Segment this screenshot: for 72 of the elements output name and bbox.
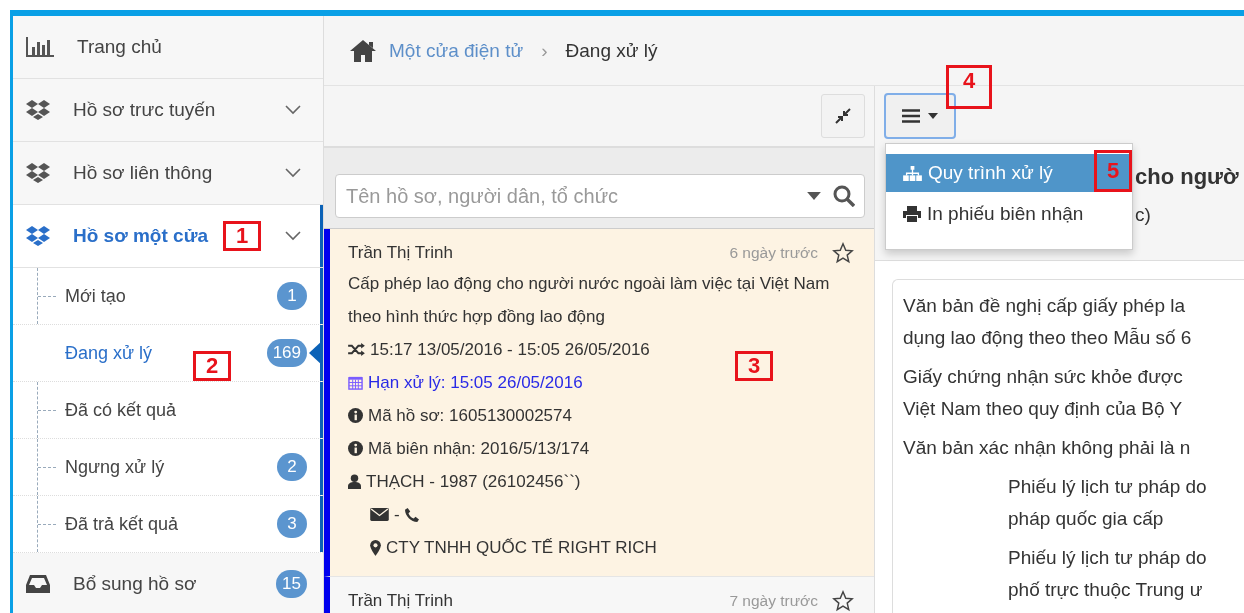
star-icon[interactable]: [832, 242, 854, 264]
menu-icon: [902, 109, 920, 123]
breadcrumb-current: Đang xử lý: [565, 39, 658, 62]
breadcrumb-separator: ›: [541, 39, 548, 62]
sidebar-item[interactable]: Hồ sơ trưc tuyến: [13, 79, 323, 142]
requirement-text: Văn bản xác nhận không phải là n: [903, 436, 1192, 460]
search-field[interactable]: Tên hồ sơ, người dân, tổ chức: [335, 174, 865, 218]
count-badge: 1: [277, 282, 307, 310]
procedure-title: cho ngườ: [1135, 164, 1240, 190]
count-badge: 169: [266, 339, 307, 367]
count-badge: 3: [277, 510, 307, 538]
boxes-icon: [25, 162, 51, 184]
time-ago: 6 ngày trước: [729, 244, 818, 262]
record-card[interactable]: Trần Thị Trinh 7 ngày trước: [324, 577, 874, 613]
record-card[interactable]: [324, 229, 874, 577]
collapse-arrows-icon: [835, 108, 851, 124]
chevron-down-icon: [285, 105, 301, 115]
count-badge: 15: [276, 570, 307, 598]
chevron-down-icon: [285, 231, 301, 241]
callout-label: 4: [946, 65, 992, 109]
shuffle-icon: [348, 343, 365, 356]
inbox-icon: [25, 573, 51, 595]
company-address: CTY TNHH QUỐC TẾ RIGHT RICH: [386, 537, 657, 559]
procedure-subtitle: c): [1135, 204, 1152, 226]
sidebar-subitem[interactable]: Đã trả kết quả 3: [13, 496, 323, 553]
sitemap-icon: [903, 165, 922, 181]
contact-separator: -: [394, 504, 400, 526]
callout-label: 5: [1094, 150, 1132, 192]
receipt-code: Mã biên nhận: 2016/5/13/174: [368, 438, 590, 460]
chevron-down-icon: [285, 168, 301, 178]
sidebar-item[interactable]: Trang chủ: [13, 16, 323, 79]
applicant-info: THẠCH - 1987 (26102456``): [366, 471, 581, 493]
requirement-text: Giấy chứng nhận sức khỏe được Việt Nam theo quy định của Bộ Y: [903, 365, 1184, 421]
user-icon: [348, 474, 361, 489]
envelope-icon: [370, 508, 389, 521]
caret-icon: [928, 113, 938, 119]
map-pin-icon: [370, 539, 381, 556]
callout-label: 3: [735, 351, 773, 381]
calendar-icon: [348, 375, 363, 390]
boxes-icon: [25, 225, 51, 247]
applicant-name: Trần Thị Trinh: [348, 243, 454, 263]
applicant-name: Trần Thị Trinh: [348, 591, 454, 611]
printer-icon: [903, 206, 921, 222]
menu-item[interactable]: In phiếu biên nhận: [886, 195, 1132, 233]
callout-label: 2: [193, 351, 231, 381]
requirement-text: Phiếu lý lịch tư pháp do pháp quốc gia cấp: [1007, 475, 1208, 531]
phone-icon: [404, 507, 419, 522]
search-icon: [833, 185, 855, 207]
sidebar-subitem[interactable]: Đã có kết quả: [13, 382, 323, 439]
count-badge: 2: [277, 453, 307, 481]
dropdown-caret-icon: [807, 192, 821, 200]
menu-button[interactable]: [884, 93, 956, 139]
sidebar-subitem[interactable]: Mới tạo 1: [13, 268, 323, 325]
procedure-title: Cấp phép lao động cho người nước ngoài làm việc tại Việt Nam theo hình thức hợp đồng lao động: [348, 273, 831, 328]
collapse-button[interactable]: [821, 94, 865, 138]
sidebar-subitem[interactable]: Ngưng xử lý 2: [13, 439, 323, 496]
info-icon: [348, 408, 363, 423]
boxes-icon: [25, 99, 51, 121]
sidebar-item[interactable]: Bổ sung hồ sơ 15: [13, 553, 323, 613]
requirement-text: Văn bản đề nghị cấp giấy phép la dụng lao động theo theo Mẫu số 6: [903, 294, 1193, 350]
requirement-text: Phiếu lý lịch tư pháp do phố trực thuộc Trung ư: [1007, 546, 1208, 602]
bar-chart-icon: [25, 36, 55, 58]
sidebar-item[interactable]: Hồ sơ một cửa 1: [13, 205, 323, 268]
file-code: Mã hồ sơ: 1605130002574: [368, 405, 572, 427]
info-icon: [348, 441, 363, 456]
sidebar-subitem[interactable]: Đang xử lý 2 169: [13, 325, 323, 382]
star-icon[interactable]: [832, 590, 854, 612]
callout-label: 1: [223, 221, 261, 251]
deadline-text: Hạn xử lý: 15:05 26/05/2016: [368, 372, 583, 394]
home-icon: [349, 38, 377, 63]
time-ago: 7 ngày trước: [729, 592, 818, 610]
processing-period: 15:17 13/05/2016 - 15:05 26/05/2016: [370, 339, 650, 361]
